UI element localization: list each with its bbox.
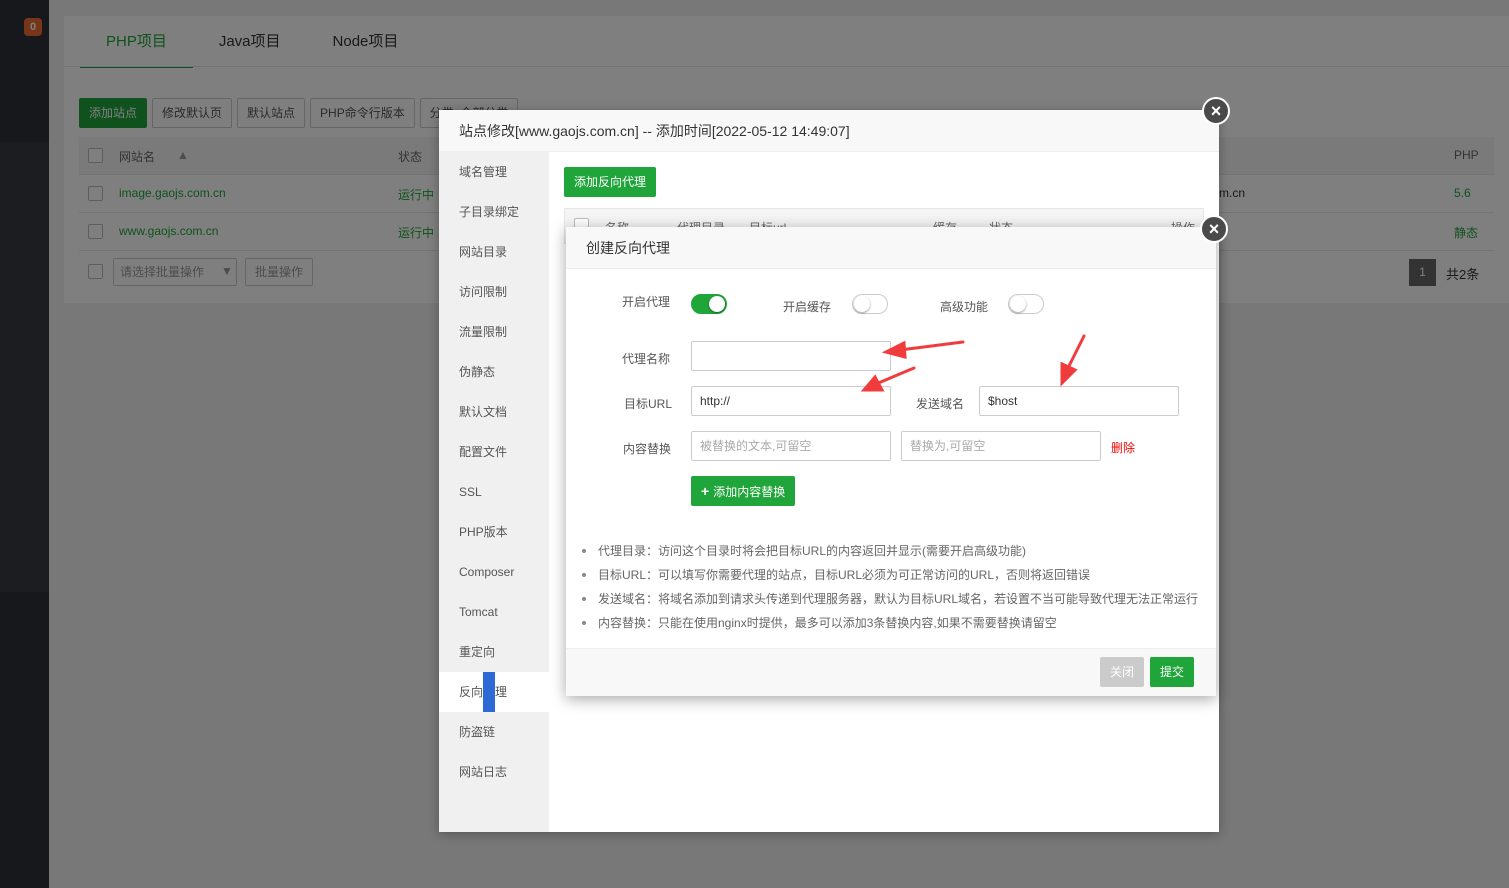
proxy-name-label: 代理名称 bbox=[622, 352, 671, 366]
add-content-replace-button[interactable]: + 添加内容替换 bbox=[691, 476, 796, 506]
menu-default-doc[interactable]: 默认文档 bbox=[439, 392, 549, 432]
site-modal-close-icon[interactable]: × bbox=[1202, 97, 1230, 125]
menu-hotlink[interactable]: 防盗链 bbox=[439, 712, 549, 752]
tip-item: 发送域名：将域名添加到请求头传递到代理服务器，默认为目标URL域名，若设置不当可… bbox=[580, 587, 1198, 611]
plus-icon: + bbox=[701, 483, 710, 499]
enable-proxy-label: 开启代理 bbox=[622, 295, 671, 309]
add-content-replace-label: 添加内容替换 bbox=[713, 485, 786, 499]
toggle-knob bbox=[709, 296, 725, 312]
menu-rewrite[interactable]: 伪静态 bbox=[439, 352, 549, 392]
menu-composer[interactable]: Composer bbox=[439, 552, 549, 592]
tip-item: 内容替换：只能在使用nginx时提供，最多可以添加3条替换内容,如果不需要替换请… bbox=[580, 611, 1198, 635]
menu-subdir[interactable]: 子目录绑定 bbox=[439, 192, 549, 232]
menu-redirect[interactable]: 重定向 bbox=[439, 632, 549, 672]
target-url-label: 目标URL bbox=[624, 397, 673, 411]
content-replace-label: 内容替换 bbox=[623, 442, 672, 456]
proxy-modal-title: 创建反向代理 bbox=[566, 227, 1216, 269]
create-reverse-proxy-modal: 创建反向代理 开启代理 开启缓存 高级功能 代理名称 目标URL 发送域名 内容… bbox=[566, 227, 1216, 696]
menu-traffic-limit[interactable]: 流量限制 bbox=[439, 312, 549, 352]
menu-config-file[interactable]: 配置文件 bbox=[439, 432, 549, 472]
proxy-modal-close-icon[interactable]: × bbox=[1200, 215, 1228, 243]
toggle-knob bbox=[1010, 296, 1026, 312]
menu-site-log[interactable]: 网站日志 bbox=[439, 752, 549, 792]
tip-item: 代理目录：访问这个目录时将会把目标URL的内容返回并显示(需要开启高级功能) bbox=[580, 539, 1198, 563]
menu-tomcat[interactable]: Tomcat bbox=[439, 592, 549, 632]
enable-proxy-toggle[interactable] bbox=[691, 294, 727, 314]
replace-from-input[interactable] bbox=[691, 431, 891, 461]
site-modal-title: 站点修改[www.gaojs.com.cn] -- 添加时间[2022-05-1… bbox=[439, 110, 1219, 152]
submit-button[interactable]: 提交 bbox=[1150, 657, 1195, 687]
target-url-input[interactable] bbox=[691, 386, 891, 416]
advanced-label: 高级功能 bbox=[940, 300, 989, 314]
delete-replace-link[interactable]: 删除 bbox=[1111, 439, 1135, 456]
enable-cache-label: 开启缓存 bbox=[783, 300, 832, 314]
menu-php-version[interactable]: PHP版本 bbox=[439, 512, 549, 552]
menu-access-limit[interactable]: 访问限制 bbox=[439, 272, 549, 312]
site-settings-menu: 域名管理 子目录绑定 网站目录 访问限制 流量限制 伪静态 默认文档 配置文件 … bbox=[439, 152, 549, 832]
help-tips: 代理目录：访问这个目录时将会把目标URL的内容返回并显示(需要开启高级功能) 目… bbox=[580, 539, 1198, 635]
advanced-toggle[interactable] bbox=[1008, 294, 1044, 314]
replace-to-input[interactable] bbox=[901, 431, 1101, 461]
enable-cache-toggle[interactable] bbox=[852, 294, 888, 314]
menu-site-dir[interactable]: 网站目录 bbox=[439, 232, 549, 272]
tip-item: 目标URL：可以填写你需要代理的站点，目标URL必须为可正常访问的URL，否则将… bbox=[580, 563, 1198, 587]
close-button[interactable]: 关闭 bbox=[1100, 657, 1145, 687]
toggle-knob bbox=[854, 296, 870, 312]
proxy-modal-footer: 关闭 提交 bbox=[566, 648, 1216, 696]
menu-ssl[interactable]: SSL bbox=[439, 472, 549, 512]
add-reverse-proxy-button[interactable]: 添加反向代理 bbox=[564, 167, 657, 197]
send-domain-input[interactable] bbox=[979, 386, 1179, 416]
proxy-name-input[interactable] bbox=[691, 341, 891, 371]
send-domain-label: 发送域名 bbox=[916, 397, 965, 411]
menu-domain[interactable]: 域名管理 bbox=[439, 152, 549, 192]
text-cursor-highlight bbox=[483, 672, 495, 712]
